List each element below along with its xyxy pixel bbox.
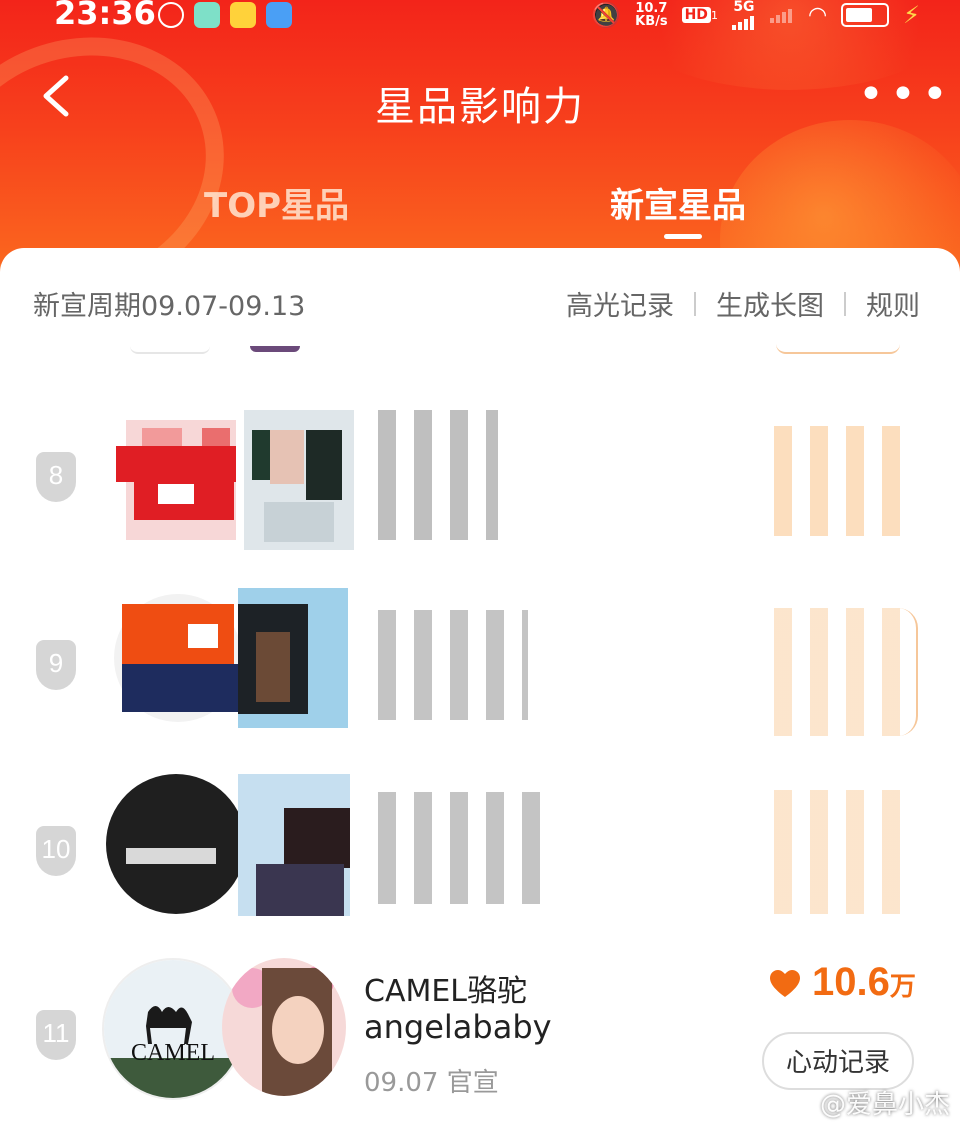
mute-icon: 🔕 <box>591 1 622 29</box>
app-notification-icon <box>230 2 256 28</box>
wifi-icon: ◠ <box>807 2 828 28</box>
notification-icons <box>158 2 292 28</box>
charging-icon: ⚡ <box>903 1 920 29</box>
rank-badge: 8 <box>36 452 76 502</box>
heart-records-button[interactable]: 心动记录 <box>762 1032 914 1090</box>
obscured-text <box>378 610 528 720</box>
system-status-icons: 🔕 10.7 KB/s HD 1 5G ◠ ⚡ <box>591 0 920 30</box>
rules-link[interactable]: 规则 <box>866 284 920 323</box>
generate-long-image-link[interactable]: 生成长图 <box>716 284 824 323</box>
app-notification-icon <box>194 2 220 28</box>
battery-icon <box>841 3 890 27</box>
camel-logo-text: CAMEL <box>131 1040 215 1066</box>
info-links: 高光记录 生成长图 规则 <box>566 284 920 323</box>
obscured-avatar <box>234 410 362 550</box>
hd-icon: HD 1 <box>681 7 718 23</box>
signal-icon: 5G <box>731 0 756 30</box>
more-menu-icon[interactable]: ••• <box>858 73 954 117</box>
obscured-avatar <box>230 588 362 728</box>
rank-badge: 11 <box>36 1010 76 1060</box>
app-header: 23:36 🔕 10.7 KB/s HD 1 5G ◠ ⚡ 星品影响力 ••• … <box>0 0 960 280</box>
star-avatar[interactable] <box>222 958 346 1096</box>
divider <box>844 291 846 316</box>
star-name: angelababy <box>364 1008 552 1046</box>
app-notification-icon <box>158 2 184 28</box>
scrolled-item-edge <box>130 346 210 354</box>
tab-new-products[interactable]: 新宣星品 <box>610 178 746 227</box>
page-title: 星品影响力 <box>375 84 585 130</box>
clock: 23:36 <box>54 0 156 32</box>
obscured-score <box>774 790 918 914</box>
tab-top-products[interactable]: TOP星品 <box>204 178 349 227</box>
background-swirl <box>0 0 261 280</box>
active-tab-indicator <box>664 234 702 239</box>
heart-icon <box>770 970 800 997</box>
scrolled-button-edge <box>776 344 900 354</box>
obscured-score <box>774 608 918 736</box>
obscured-avatar <box>232 774 362 916</box>
rank-badge: 10 <box>36 826 76 876</box>
highlight-records-link[interactable]: 高光记录 <box>566 284 674 323</box>
period-label: 新宣周期09.07-09.13 <box>33 291 306 322</box>
brand-name: CAMEL骆驼 <box>364 974 528 1009</box>
obscured-score <box>774 426 914 536</box>
heat-score: 10.6万 <box>812 960 916 1004</box>
scrolled-item-edge <box>250 346 300 352</box>
announce-date: 09.07 官宣 <box>364 1068 499 1098</box>
rank-badge: 9 <box>36 640 76 690</box>
signal-icon-secondary <box>769 7 794 23</box>
status-bar: 23:36 🔕 10.7 KB/s HD 1 5G ◠ ⚡ <box>0 0 960 40</box>
net-speed: 10.7 KB/s <box>635 1 668 29</box>
obscured-text <box>378 410 498 540</box>
watermark: @爱鼻小杰 <box>819 1090 950 1120</box>
divider <box>694 291 696 316</box>
app-notification-icon <box>266 2 292 28</box>
obscured-text <box>378 792 558 904</box>
